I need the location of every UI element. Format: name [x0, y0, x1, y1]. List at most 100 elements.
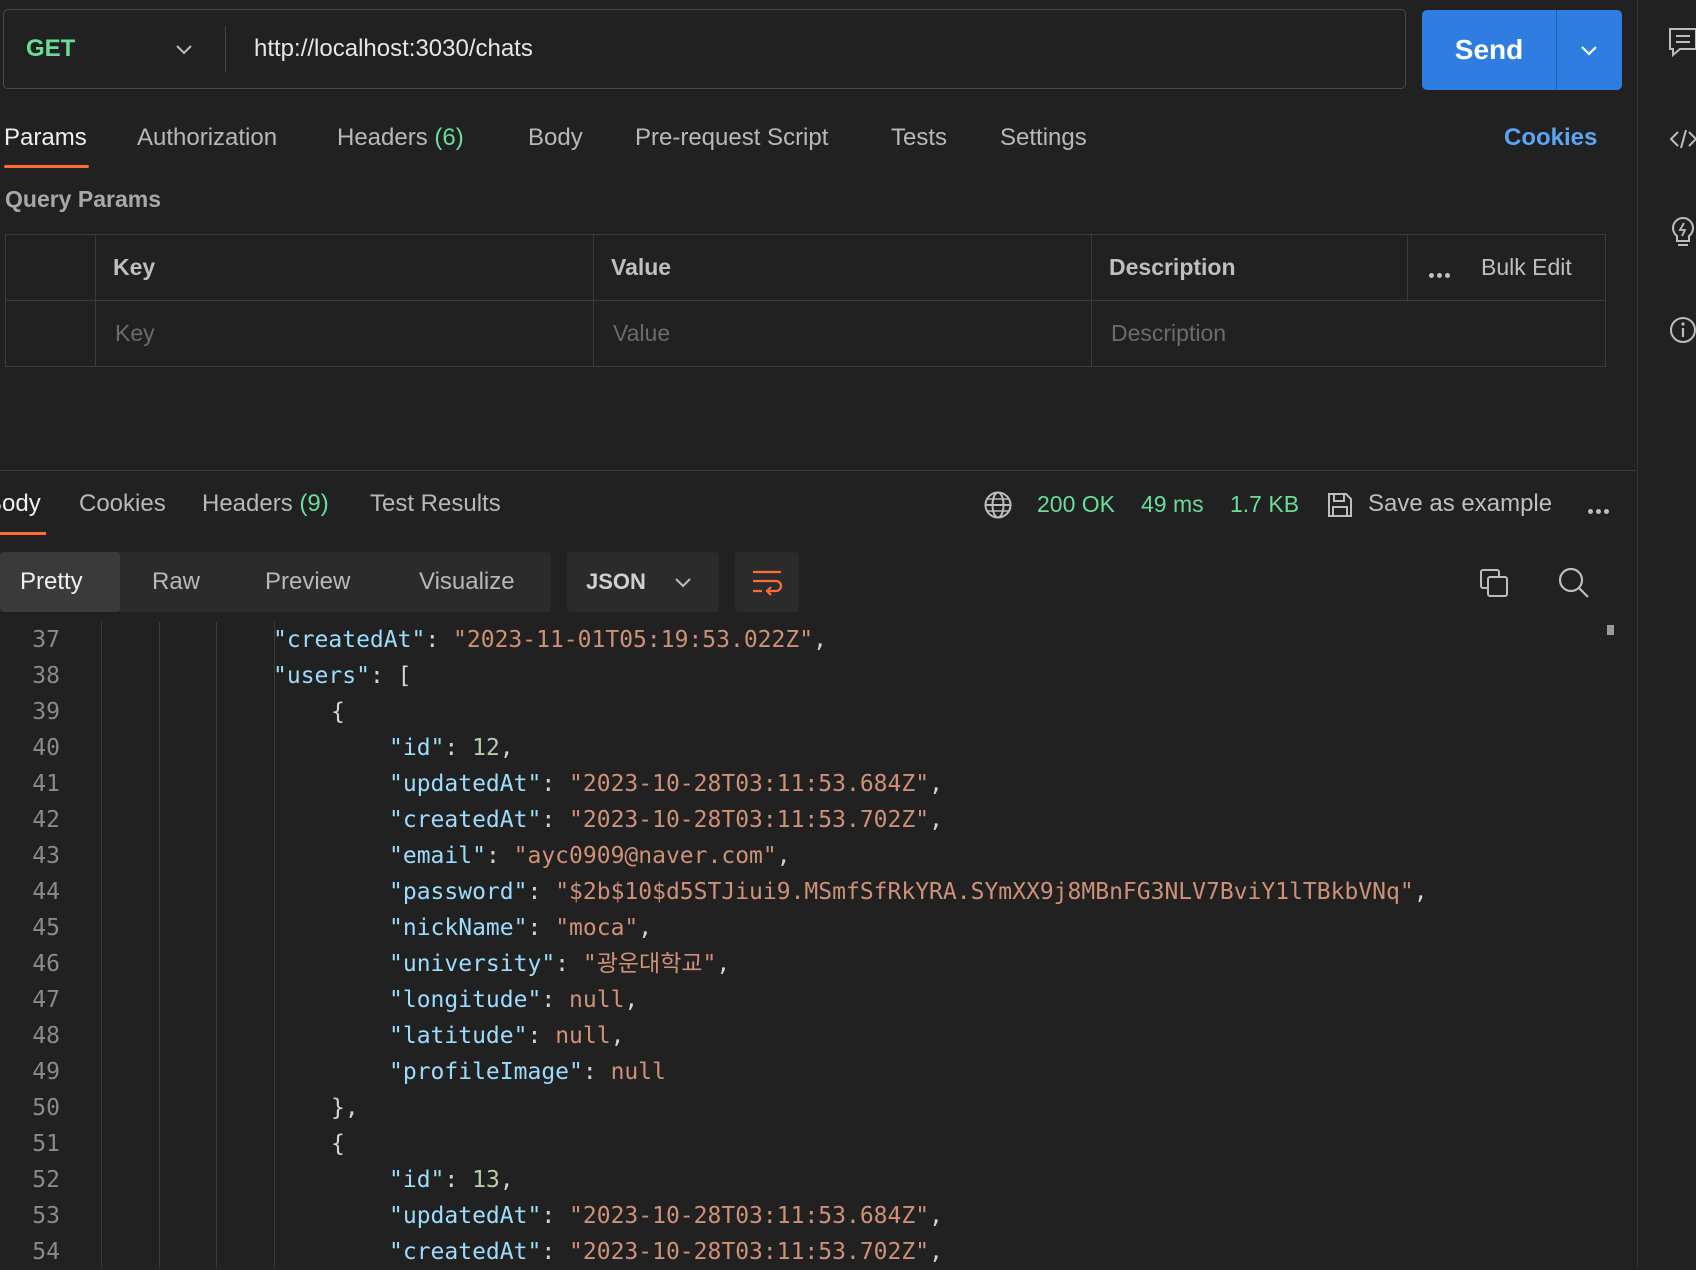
- view-preview[interactable]: Preview: [265, 552, 350, 612]
- save-as-example-button[interactable]: Save as example: [1368, 484, 1552, 524]
- json-punctuation: ,: [929, 771, 943, 797]
- tab-headers-count: (6): [434, 124, 464, 151]
- json-key: "university": [389, 951, 556, 977]
- param-key-input[interactable]: Key: [115, 301, 155, 366]
- more-options-icon[interactable]: [1588, 501, 1612, 519]
- response-tab-test-results[interactable]: Test Results: [370, 484, 501, 524]
- code-text: "createdAt": "2023-10-28T03:11:53.702Z",: [389, 1239, 943, 1265]
- code-text: {: [331, 1126, 345, 1162]
- query-params-title: Query Params: [5, 186, 161, 212]
- tab-params[interactable]: Params: [4, 118, 87, 158]
- json-punctuation: ,: [929, 1239, 943, 1265]
- json-key: "longitude": [389, 987, 542, 1013]
- code-text: "id": 13,: [389, 1167, 514, 1193]
- response-body-viewer[interactable]: 37 "createdAt": "2023-11-01T05:19:53.022Z…: [0, 622, 1594, 1268]
- tab-settings[interactable]: Settings: [1000, 118, 1087, 158]
- json-punctuation: ,: [776, 843, 791, 869]
- view-pretty[interactable]: Pretty: [20, 552, 83, 612]
- tab-authorization[interactable]: Authorization: [137, 118, 277, 158]
- globe-icon[interactable]: [983, 490, 1013, 520]
- line-number: 48: [32, 1023, 60, 1049]
- json-key: "latitude": [389, 1023, 528, 1049]
- view-mode-switcher: Pretty Raw Preview Visualize: [0, 552, 551, 612]
- chevron-down-icon[interactable]: [172, 37, 196, 61]
- line-number: 44: [32, 879, 60, 905]
- search-icon[interactable]: [1557, 566, 1591, 600]
- json-key: "nickName": [389, 915, 528, 941]
- json-value: null: [569, 987, 625, 1013]
- json-value: "2023-11-01T05:19:53.022Z": [453, 627, 814, 653]
- bulk-edit-button[interactable]: Bulk Edit: [1481, 235, 1572, 300]
- tab-prerequest-script[interactable]: Pre-request Script: [635, 118, 828, 158]
- response-time[interactable]: 49 ms: [1141, 484, 1204, 524]
- response-tab-headers-label: Headers: [202, 490, 293, 517]
- line-number: 53: [32, 1203, 60, 1229]
- column-header-description: Description: [1109, 254, 1236, 280]
- send-button[interactable]: Send: [1422, 10, 1556, 90]
- json-punctuation: ,: [624, 987, 639, 1013]
- copy-icon[interactable]: [1478, 567, 1510, 599]
- tab-body[interactable]: Body: [528, 118, 583, 158]
- chevron-down-icon: [675, 578, 691, 588]
- response-size[interactable]: 1.7 KB: [1230, 484, 1299, 524]
- json-key: "email": [389, 843, 486, 869]
- line-number: 40: [32, 735, 60, 761]
- line-number: 50: [32, 1095, 60, 1121]
- line-number: 54: [32, 1239, 60, 1265]
- code-text: "profileImage": null: [389, 1059, 666, 1085]
- line-number: 42: [32, 807, 60, 833]
- wrap-lines-button[interactable]: [735, 552, 799, 612]
- line-number: 47: [32, 987, 60, 1013]
- divider: [6, 300, 1605, 301]
- url-input[interactable]: http://localhost:3030/chats: [254, 10, 533, 88]
- line-number: 52: [32, 1167, 60, 1193]
- response-tab-headers-count: (9): [299, 490, 329, 517]
- response-tab-headers[interactable]: Headers (9): [202, 484, 329, 524]
- comments-icon[interactable]: [1668, 26, 1696, 60]
- view-visualize[interactable]: Visualize: [419, 552, 515, 612]
- json-punctuation: ,: [716, 951, 731, 977]
- param-description-input[interactable]: Description: [1111, 301, 1226, 366]
- line-number: 51: [32, 1131, 60, 1157]
- tab-tests[interactable]: Tests: [891, 118, 947, 158]
- line-number: 39: [32, 699, 60, 725]
- scrollbar-thumb[interactable]: [1607, 625, 1614, 635]
- param-value-input[interactable]: Value: [613, 301, 670, 366]
- cookies-link[interactable]: Cookies: [1504, 118, 1597, 158]
- json-key: "profileImage": [389, 1059, 583, 1085]
- indent-guide: [101, 622, 102, 1268]
- divider: [1556, 10, 1557, 90]
- view-raw[interactable]: Raw: [152, 552, 200, 612]
- divider: [225, 26, 226, 72]
- json-value: "2023-10-28T03:11:53.702Z": [569, 807, 930, 833]
- response-tab-cookies[interactable]: Cookies: [79, 484, 166, 524]
- lightbulb-icon[interactable]: [1668, 215, 1696, 249]
- json-punctuation: ,: [610, 1023, 625, 1049]
- code-text: "email": "ayc0909@naver.com",: [389, 843, 791, 869]
- json-value: null: [610, 1059, 666, 1085]
- column-header-value: Value: [611, 254, 672, 280]
- code-text: "updatedAt": "2023-10-28T03:11:53.684Z",: [389, 1203, 943, 1229]
- json-punctuation: ,: [499, 735, 514, 761]
- code-text: "password": "$2b$10$d5STJiui9.MSmfSfRkYR…: [389, 879, 1428, 905]
- response-tab-body[interactable]: Body: [0, 484, 41, 524]
- save-icon[interactable]: [1325, 490, 1355, 520]
- code-text: "updatedAt": "2023-10-28T03:11:53.684Z",: [389, 771, 943, 797]
- method-select[interactable]: GET: [26, 10, 75, 88]
- response-status[interactable]: 200 OK: [1037, 484, 1115, 524]
- sidebar-divider: [1637, 0, 1638, 1268]
- format-select[interactable]: JSON: [567, 552, 719, 612]
- info-icon[interactable]: [1668, 313, 1696, 347]
- more-options-icon[interactable]: [1429, 265, 1453, 283]
- json-key: "createdAt": [389, 807, 542, 833]
- code-text: "createdAt": "2023-11-01T05:19:53.022Z",: [273, 627, 827, 653]
- json-key: "updatedAt": [389, 1203, 542, 1229]
- json-punctuation: ,: [1413, 879, 1428, 905]
- tab-headers[interactable]: Headers (6): [337, 118, 464, 158]
- json-value: "ayc0909@naver.com": [513, 843, 777, 869]
- json-value: },: [331, 1095, 359, 1121]
- json-key: "updatedAt": [389, 771, 542, 797]
- pane-divider[interactable]: [0, 470, 1636, 471]
- code-icon[interactable]: [1668, 122, 1696, 156]
- chevron-down-icon[interactable]: [1577, 38, 1601, 62]
